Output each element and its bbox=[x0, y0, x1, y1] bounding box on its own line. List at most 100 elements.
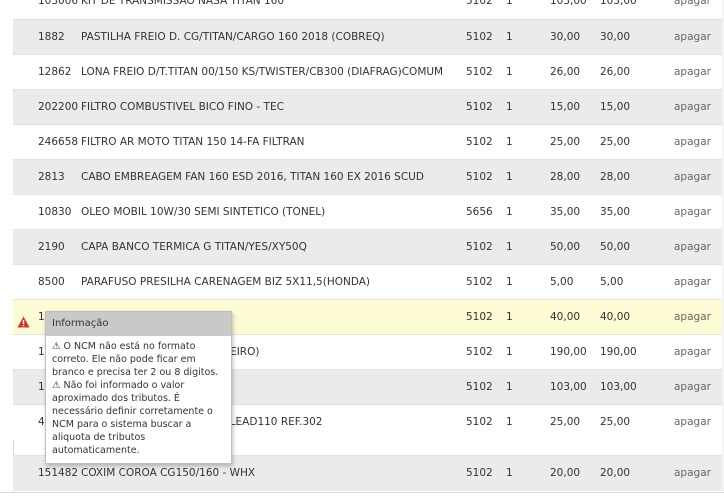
row-code: 2813 bbox=[38, 171, 65, 183]
row-code: 2190 bbox=[38, 241, 65, 253]
row-description: CAPA BANCO TERMICA G TITAN/YES/XY50Q bbox=[81, 241, 307, 253]
row-quantity: 1 bbox=[506, 206, 513, 218]
row-unit-price: 20,00 bbox=[550, 467, 581, 479]
warning-triangle-icon bbox=[17, 316, 30, 328]
row-total: 103,00 bbox=[600, 0, 637, 7]
row-cfop: 5102 bbox=[466, 276, 493, 288]
row-description: PARAFUSO PRESILHA CARENAGEM BIZ 5X11,5(H… bbox=[81, 276, 371, 288]
row-description: OLEO MOBIL 10W/30 SEMI SINTETICO (TONEL) bbox=[81, 206, 326, 218]
row-description: PASTILHA FREIO D. CG/TITAN/CARGO 160 201… bbox=[81, 31, 385, 43]
delete-link[interactable]: apagar bbox=[674, 405, 719, 440]
delete-link[interactable]: apagar bbox=[674, 90, 719, 125]
row-quantity: 1 bbox=[506, 346, 513, 358]
row-unit-price: 103,00 bbox=[550, 0, 587, 7]
row-total: 50,00 bbox=[600, 241, 631, 253]
delete-link[interactable]: apagar bbox=[674, 335, 719, 370]
row-total: 30,00 bbox=[600, 31, 631, 43]
row-unit-price: 15,00 bbox=[550, 101, 581, 113]
delete-link[interactable]: apagar bbox=[674, 0, 719, 19]
row-cfop: 5102 bbox=[466, 171, 493, 183]
row-quantity: 1 bbox=[506, 31, 513, 43]
row-total: 15,00 bbox=[600, 101, 631, 113]
table-row: 202200 FILTRO COMBUSTIVEL BICO FINO - TE… bbox=[13, 89, 724, 125]
row-cfop: 5102 bbox=[466, 136, 493, 148]
row-total: 5,00 bbox=[600, 276, 624, 288]
table-row: 1882 PASTILHA FREIO D. CG/TITAN/CARGO 16… bbox=[13, 19, 724, 55]
row-total: 25,00 bbox=[600, 416, 631, 428]
row-quantity: 1 bbox=[506, 241, 513, 253]
row-description: FILTRO AR MOTO TITAN 150 14-FA FILTRAN bbox=[81, 136, 305, 148]
row-quantity: 1 bbox=[506, 136, 513, 148]
tooltip-title: Informação bbox=[46, 312, 231, 336]
row-total: 28,00 bbox=[600, 171, 631, 183]
delete-link[interactable]: apagar bbox=[674, 55, 719, 90]
row-cfop: 5102 bbox=[466, 381, 493, 393]
delete-link[interactable]: apagar bbox=[674, 20, 719, 55]
table-row: 12862 LONA FREIO D/T.TITAN 00/150 KS/TWI… bbox=[13, 54, 724, 90]
table-row: 103006 KIT DE TRANSMISSAO NASA TITAN 160… bbox=[13, 0, 724, 19]
table-row: 2190 CAPA BANCO TERMICA G TITAN/YES/XY50… bbox=[13, 229, 724, 265]
row-unit-price: 190,00 bbox=[550, 346, 587, 358]
tooltip-body: ⚠ O NCM não está no formato correto. Ele… bbox=[46, 336, 231, 461]
row-quantity: 1 bbox=[506, 311, 513, 323]
delete-link[interactable]: apagar bbox=[674, 195, 719, 230]
row-code: 202200 bbox=[38, 101, 79, 113]
table-row: 8500 PARAFUSO PRESILHA CARENAGEM BIZ 5X1… bbox=[13, 264, 724, 300]
row-quantity: 1 bbox=[506, 381, 513, 393]
row-cfop: 5102 bbox=[466, 311, 493, 323]
row-quantity: 1 bbox=[506, 171, 513, 183]
row-quantity: 1 bbox=[506, 276, 513, 288]
row-unit-price: 40,00 bbox=[550, 311, 581, 323]
row-quantity: 1 bbox=[506, 101, 513, 113]
row-total: 103,00 bbox=[600, 381, 637, 393]
row-cfop: 5656 bbox=[466, 206, 493, 218]
delete-link[interactable]: apagar bbox=[674, 456, 719, 491]
row-unit-price: 50,00 bbox=[550, 241, 581, 253]
delete-link[interactable]: apagar bbox=[674, 230, 719, 265]
row-description: LONA FREIO D/T.TITAN 00/150 KS/TWISTER/C… bbox=[81, 66, 444, 78]
row-code: 12862 bbox=[38, 66, 72, 78]
row-unit-price: 30,00 bbox=[550, 31, 581, 43]
row-unit-price: 35,00 bbox=[550, 206, 581, 218]
table-row: 2813 CABO EMBREAGEM FAN 160 ESD 2016, TI… bbox=[13, 159, 724, 195]
table-row: 246658 FILTRO AR MOTO TITAN 150 14-FA FI… bbox=[13, 124, 724, 160]
row-code: 1882 bbox=[38, 31, 65, 43]
row-cfop: 5102 bbox=[466, 346, 493, 358]
row-quantity: 1 bbox=[506, 66, 513, 78]
table-row: 10830 OLEO MOBIL 10W/30 SEMI SINTETICO (… bbox=[13, 194, 724, 230]
row-code: 8500 bbox=[38, 276, 65, 288]
warning-icon[interactable] bbox=[17, 316, 30, 328]
row-code: 103006 bbox=[38, 0, 79, 7]
delete-link[interactable]: apagar bbox=[674, 160, 719, 195]
delete-link[interactable]: apagar bbox=[674, 125, 719, 160]
delete-link[interactable]: apagar bbox=[674, 370, 719, 405]
row-code: 246658 bbox=[38, 136, 79, 148]
row-quantity: 1 bbox=[506, 0, 513, 7]
row-cfop: 5102 bbox=[466, 241, 493, 253]
row-quantity: 1 bbox=[506, 467, 513, 479]
row-quantity: 1 bbox=[506, 416, 513, 428]
row-cfop: 5102 bbox=[466, 66, 493, 78]
left-rail bbox=[0, 0, 14, 500]
info-tooltip: Informação ⚠ O NCM não está no formato c… bbox=[45, 311, 232, 464]
row-total: 190,00 bbox=[600, 346, 637, 358]
row-total: 40,00 bbox=[600, 311, 631, 323]
row-cfop: 5102 bbox=[466, 416, 493, 428]
delete-link[interactable]: apagar bbox=[674, 265, 719, 300]
tooltip-ncm-warning: ⚠ O NCM não está no formato correto. Ele… bbox=[52, 341, 219, 378]
row-total: 26,00 bbox=[600, 66, 631, 78]
row-description: KIT DE TRANSMISSAO NASA TITAN 160 bbox=[81, 0, 285, 7]
row-cfop: 5102 bbox=[466, 0, 493, 7]
row-unit-price: 26,00 bbox=[550, 66, 581, 78]
row-unit-price: 25,00 bbox=[550, 136, 581, 148]
tooltip-tributos-warning: ⚠ Não foi informado o valor aproximado d… bbox=[52, 380, 213, 456]
row-total: 25,00 bbox=[600, 136, 631, 148]
row-total: 35,00 bbox=[600, 206, 631, 218]
row-cfop: 5102 bbox=[466, 101, 493, 113]
row-description: FILTRO COMBUSTIVEL BICO FINO - TEC bbox=[81, 101, 284, 113]
row-unit-price: 103,00 bbox=[550, 381, 587, 393]
row-description: CABO EMBREAGEM FAN 160 ESD 2016, TITAN 1… bbox=[81, 171, 424, 183]
row-cfop: 5102 bbox=[466, 31, 493, 43]
delete-link[interactable]: apagar bbox=[674, 300, 719, 335]
row-unit-price: 28,00 bbox=[550, 171, 581, 183]
